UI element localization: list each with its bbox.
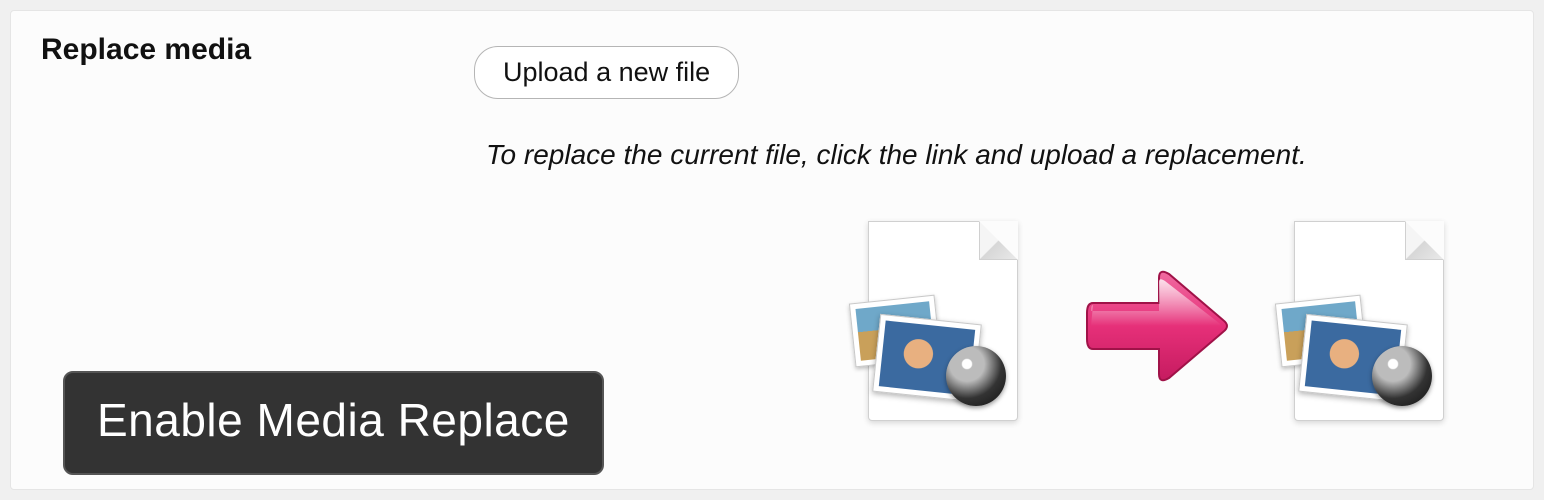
section-label: Replace media bbox=[41, 33, 251, 67]
help-text: To replace the current file, click the l… bbox=[486, 139, 1506, 171]
plugin-title-badge: Enable Media Replace bbox=[63, 371, 604, 475]
replace-illustration bbox=[831, 211, 1481, 441]
arrow-right-icon bbox=[1081, 261, 1231, 391]
settings-panel: Replace media Upload a new file To repla… bbox=[10, 10, 1534, 490]
image-file-icon bbox=[1284, 221, 1454, 431]
image-file-icon bbox=[858, 221, 1028, 431]
upload-new-file-button[interactable]: Upload a new file bbox=[474, 46, 739, 99]
